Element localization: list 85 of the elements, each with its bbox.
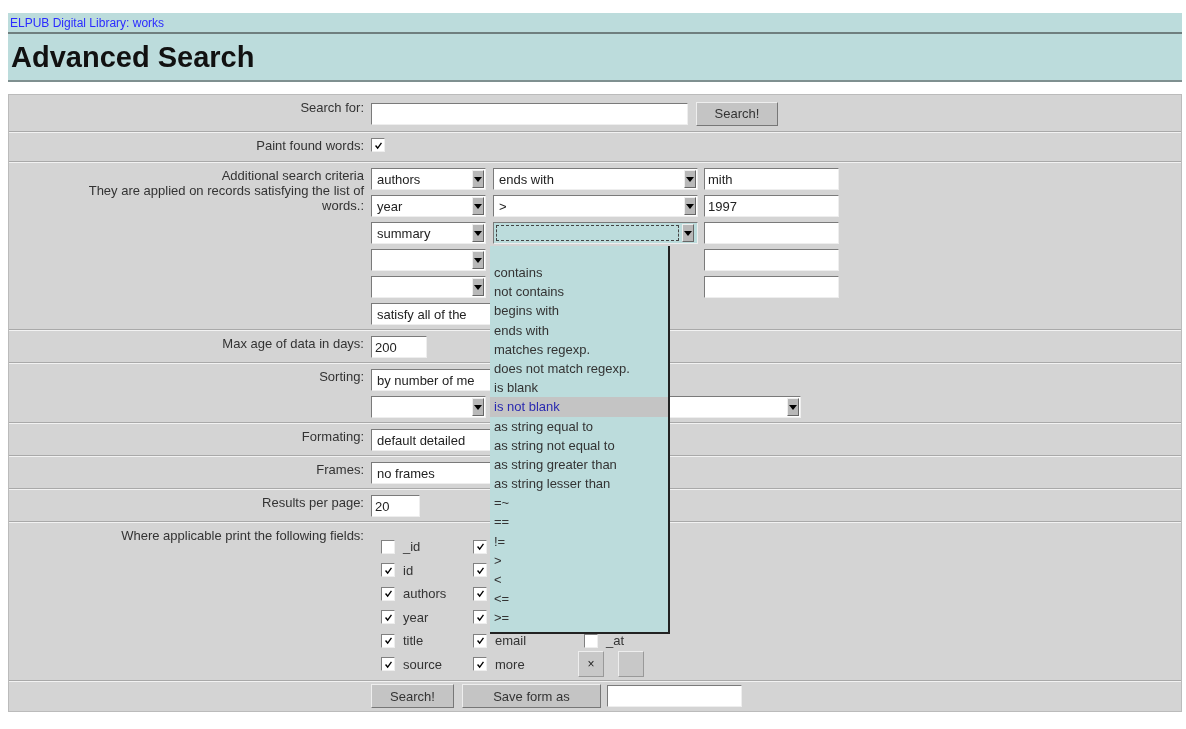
checkbox[interactable] xyxy=(473,657,487,672)
checkbox-label: _at xyxy=(606,633,625,649)
dropdown-option[interactable]: is not blank xyxy=(490,397,668,417)
checkbox[interactable] xyxy=(473,610,487,625)
checkbox[interactable] xyxy=(381,633,395,648)
max-age-field[interactable]: 200 xyxy=(371,336,427,358)
field-select[interactable] xyxy=(371,249,486,271)
field-label: Where applicable print the following fields: xyxy=(121,528,364,543)
checkbox[interactable] xyxy=(473,586,487,601)
formatting-select[interactable]: default detailed xyxy=(371,429,491,451)
checkbox-label: title xyxy=(403,633,424,649)
field-label: Formating: xyxy=(301,429,364,444)
checkmark-icon xyxy=(382,635,394,647)
checkmark-icon xyxy=(474,541,486,553)
checkbox[interactable] xyxy=(473,539,487,554)
field-note: They are applied on records satisfying the list of words.: xyxy=(87,183,364,213)
checkmark-icon xyxy=(474,588,486,600)
search-button[interactable]: Search! xyxy=(696,101,778,126)
search-field[interactable] xyxy=(371,102,688,125)
operator-select[interactable]: ends with xyxy=(493,168,698,190)
dropdown-option[interactable]: ends with xyxy=(490,320,668,340)
checkbox-label: email xyxy=(495,633,527,649)
checkbox[interactable] xyxy=(381,610,395,625)
dropdown-option[interactable]: < xyxy=(490,570,668,590)
sort-field-select[interactable] xyxy=(371,396,486,418)
checkbox[interactable] xyxy=(473,633,487,648)
sorting-select[interactable]: by number of me xyxy=(371,369,491,391)
dropdown-option[interactable]: =~ xyxy=(490,493,668,513)
operator-select[interactable]: > xyxy=(493,195,698,217)
dropdown-option[interactable]: as string not equal to xyxy=(490,435,668,455)
value-field[interactable] xyxy=(704,276,839,298)
dropdown-option[interactable]: >= xyxy=(490,608,668,628)
value-field[interactable]: mith xyxy=(704,168,839,190)
remove-button[interactable]: × xyxy=(578,651,604,678)
dropdown-option[interactable]: does not match regexp. xyxy=(490,358,668,379)
dropdown-option[interactable]: matches regexp. xyxy=(490,339,668,359)
checkmark-icon xyxy=(474,635,486,647)
field-label: Additional search criteria xyxy=(221,168,364,183)
dropdown-option[interactable]: begins with xyxy=(490,301,668,321)
checkmark-icon xyxy=(382,588,394,600)
checkbox-label: more xyxy=(495,656,525,672)
checkbox[interactable] xyxy=(381,657,395,672)
field-select[interactable] xyxy=(371,276,486,298)
dropdown-option[interactable]: is blank xyxy=(490,378,668,398)
field-label: Frames: xyxy=(316,462,364,477)
combine-select[interactable]: satisfy all of the xyxy=(371,303,491,325)
field-label: Results per page: xyxy=(262,495,364,510)
checkbox-label: id xyxy=(403,562,414,578)
search-button[interactable]: Search! xyxy=(371,684,454,708)
field-label: Search for: xyxy=(300,100,364,115)
frames-select[interactable]: no frames xyxy=(371,462,491,484)
checkbox[interactable] xyxy=(381,539,395,554)
dropdown-option[interactable]: != xyxy=(490,531,668,551)
checkbox[interactable] xyxy=(371,138,385,152)
operator-select[interactable] xyxy=(493,222,698,244)
dropdown-option[interactable]: as string equal to xyxy=(490,416,668,436)
checkbox[interactable] xyxy=(381,586,395,601)
field-select[interactable]: summary xyxy=(371,222,486,244)
field-select[interactable]: authors xyxy=(371,168,486,190)
checkbox-label: year xyxy=(403,609,429,625)
value-field[interactable] xyxy=(704,222,839,244)
dropdown-option[interactable]: > xyxy=(490,550,668,570)
field-label: Max age of data in days: xyxy=(222,336,364,351)
field-label: Sorting: xyxy=(319,369,364,384)
save-form-button[interactable]: Save form as xyxy=(462,684,601,708)
dropdown-option[interactable]: as string lesser than xyxy=(490,474,668,494)
checkbox[interactable] xyxy=(381,563,395,578)
dropdown-option[interactable]: not contains xyxy=(490,282,668,302)
checkbox-label: authors xyxy=(403,586,447,602)
field-select[interactable]: year xyxy=(371,195,486,217)
checkbox-label: source xyxy=(403,656,443,672)
checkbox-label: _id xyxy=(403,539,421,555)
sort-order-select[interactable] xyxy=(669,396,801,418)
page-title: Advanced Search xyxy=(11,40,255,74)
dropdown-option[interactable]: contains xyxy=(490,263,668,283)
value-field[interactable] xyxy=(704,249,839,271)
results-per-page-field[interactable]: 20 xyxy=(371,495,420,517)
form-name-field[interactable] xyxy=(607,685,742,707)
value-field[interactable]: 1997 xyxy=(704,195,839,217)
dropdown-option[interactable]: <= xyxy=(490,589,668,609)
dropdown-option[interactable]: as string greater than xyxy=(490,454,668,475)
checkbox[interactable] xyxy=(473,563,487,578)
field-label: Paint found words: xyxy=(256,138,364,153)
dropdown-option[interactable]: == xyxy=(490,512,668,532)
breadcrumb-link[interactable]: ELPUB Digital Library: works xyxy=(10,15,165,30)
